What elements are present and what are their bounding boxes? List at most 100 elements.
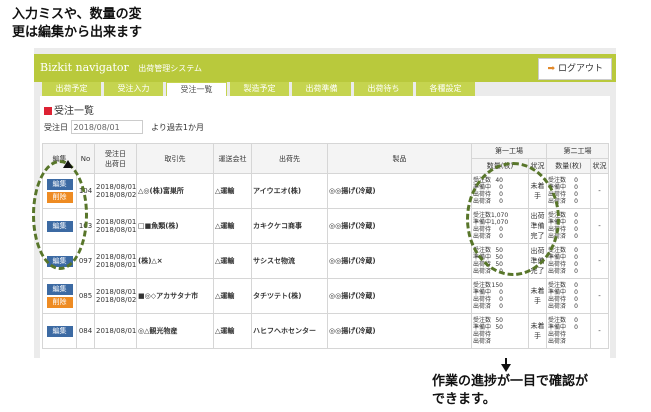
row-ship-date: 2018/08/02: [96, 191, 137, 199]
stat-label: 出荷済: [548, 338, 567, 345]
callout-edit-line1: 入力ミスや、数量の変: [12, 7, 142, 22]
stat-value: 0: [574, 191, 578, 198]
row-f2-qty: 受注数 0 準備中 0 出荷待 0 出荷済 0: [546, 278, 591, 314]
stat-label: 出荷待: [548, 261, 567, 268]
tab-awaiting-shipment[interactable]: 出荷待ち: [354, 82, 413, 96]
app-header: Bizkit navigator 出荷管理システム ➡ ログアウト: [34, 54, 616, 82]
stat-value: 0: [499, 296, 503, 303]
col-f2-status: 状況: [590, 158, 609, 174]
row-dates: 2018/08/01 2018/08/02: [94, 173, 137, 209]
row-carrier: △運輸: [213, 173, 252, 209]
stat-value: 0: [574, 177, 578, 184]
stat-value: 0: [574, 317, 578, 324]
row-carrier: △運輸: [213, 313, 252, 349]
row-ship-date: 2018/08/02: [96, 296, 137, 304]
row-dates: 2018/08/01 2018/08/02: [94, 278, 137, 314]
row-client: △◎(株)富巣所: [136, 173, 214, 209]
row-destination: カキクケコ商事: [251, 208, 328, 244]
row-product: ◎◎揚げ(冷蔵): [327, 313, 472, 349]
col-f2-qty: 数量(枚): [546, 158, 591, 174]
row-f2-qty: 受注数 0 準備中 0 出荷待 0 出荷済 0: [546, 243, 591, 279]
row-f1-qty: 受注数 50 準備中 50 出荷待 出荷済: [471, 313, 529, 349]
order-date-input[interactable]: [70, 120, 143, 134]
stat-label: 出荷待: [548, 331, 567, 338]
stat-label: 出荷待: [548, 296, 567, 303]
col-factory1: 第一工場: [471, 143, 547, 159]
row-f1-qty: 受注数150 準備中 0 出荷待 0 出荷済 0: [471, 278, 529, 314]
row-f2-status: -: [590, 313, 609, 349]
col-carrier: 運送会社: [213, 143, 252, 174]
stat-value: 0: [574, 226, 578, 233]
col-ship-date: 出荷日: [105, 159, 126, 168]
brand-name: Bizkit navigator: [40, 61, 129, 74]
col-client: 取引先: [136, 143, 214, 174]
stat-value: 50: [495, 324, 503, 331]
page-title: 受注一覧: [44, 102, 94, 117]
page-title-text: 受注一覧: [54, 106, 94, 117]
brand: Bizkit navigator 出荷管理システム: [40, 61, 202, 74]
nav-tabs: 出荷予定 受注入力 受注一覧 製造予定 出荷準備 出荷待ち 各種設定: [42, 82, 478, 96]
callout-edit-arrow: [63, 160, 73, 168]
col-no: No: [76, 143, 95, 174]
tab-order-entry[interactable]: 受注入力: [104, 82, 163, 96]
stat-label: 受注数: [473, 282, 492, 289]
callout-progress: 作業の進捗が一目で確認が できます。: [432, 373, 588, 409]
stat-value: 0: [574, 233, 578, 240]
row-client: ■◎◇アカサタナ市: [136, 278, 214, 314]
row-client: (株)△×: [136, 243, 214, 279]
row-carrier: △運輸: [213, 208, 252, 244]
row-destination: ハヒフヘホセンター: [251, 313, 328, 349]
tab-order-list[interactable]: 受注一覧: [166, 82, 227, 96]
col-product: 製品: [327, 143, 472, 174]
row-f2-status: -: [590, 243, 609, 279]
col-factory2: 第二工場: [546, 143, 609, 159]
edit-button[interactable]: 編集: [46, 325, 73, 337]
stat-label: 準備中: [548, 324, 567, 331]
row-dates: 2018/08/01 2018/08/01: [94, 208, 137, 244]
stat-label: 準備中: [548, 289, 567, 296]
row-actions: 編集: [42, 313, 77, 349]
tab-manufacturing-schedule[interactable]: 製造予定: [230, 82, 289, 96]
row-f2-status: -: [590, 173, 609, 209]
logout-icon: ➡: [547, 64, 555, 74]
stat-label: 受注数: [548, 317, 567, 324]
row-ship-date: 2018/08/01: [96, 226, 137, 234]
col-dates: 受注日 出荷日: [94, 143, 137, 174]
stat-label: 出荷済: [473, 338, 492, 345]
row-destination: サシスセ物流: [251, 243, 328, 279]
stat-value: 0: [499, 303, 503, 310]
stat-value: 0: [574, 289, 578, 296]
row-order-date: 2018/08/01: [96, 218, 137, 226]
row-product: ◎◎揚げ(冷蔵): [327, 173, 472, 209]
stat-label: 出荷済: [548, 303, 567, 310]
delete-button[interactable]: 削除: [46, 297, 73, 308]
filter-suffix: より過去1か月: [151, 122, 205, 132]
edit-button[interactable]: 編集: [46, 284, 73, 295]
stat-value: 150: [491, 282, 503, 289]
col-order-date: 受注日: [105, 149, 126, 158]
row-carrier: △運輸: [213, 278, 252, 314]
callout-progress-line1: 作業の進捗が一目で確認が: [432, 374, 589, 389]
logout-button[interactable]: ➡ ログアウト: [538, 58, 612, 80]
tab-shipping-schedule[interactable]: 出荷予定: [42, 82, 101, 96]
stat-value: 0: [574, 219, 578, 226]
callout-edit-line2: 更は編集から出来ます: [12, 25, 143, 40]
stat-label: 受注数: [548, 177, 567, 184]
row-actions: 編集 削除: [42, 278, 77, 314]
stat-label: 準備中: [548, 254, 567, 261]
row-order-date: 2018/08/01: [96, 253, 137, 261]
row-order-date: 2018/08/01: [96, 288, 137, 296]
row-f2-qty: 受注数 0 準備中 0 出荷待 出荷済: [546, 313, 591, 349]
row-f1-status: 未着手: [528, 278, 547, 314]
stat-label: 準備中: [473, 289, 492, 296]
list-icon: [44, 107, 52, 115]
row-f1-status: 未着手: [528, 313, 547, 349]
callout-edit: 入力ミスや、数量の変 更は編集から出来ます: [12, 6, 142, 42]
tab-shipping-prep[interactable]: 出荷準備: [292, 82, 351, 96]
col-destination: 出荷先: [251, 143, 328, 174]
tab-settings[interactable]: 各種設定: [416, 82, 475, 96]
stat-value: 0: [574, 212, 578, 219]
stat-label: 出荷済: [473, 268, 492, 275]
row-no: 085: [76, 278, 95, 314]
row-destination: タチツテト(株): [251, 278, 328, 314]
